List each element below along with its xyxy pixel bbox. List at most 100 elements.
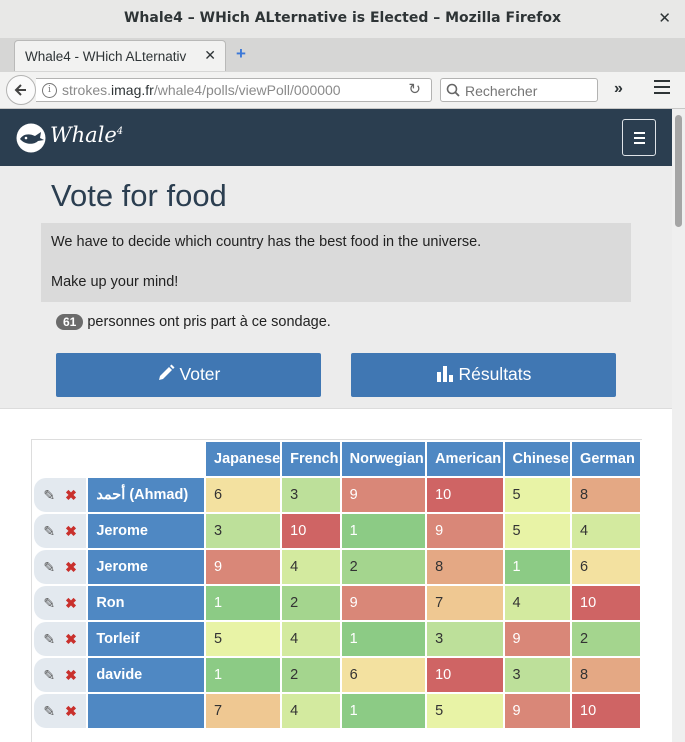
score-cell[interactable]: 5 — [504, 478, 571, 512]
voter-name: أحمد (Ahmad) — [88, 478, 205, 512]
tab-whale4[interactable]: Whale4 - WHich ALternativ ✕ — [14, 40, 226, 71]
edit-pencil-icon[interactable]: ✎ — [43, 487, 55, 503]
column-header: French — [282, 442, 340, 476]
score-cell[interactable]: 9 — [341, 478, 426, 512]
score-cell[interactable]: 7 — [206, 694, 281, 728]
score-cell[interactable]: 2 — [282, 658, 340, 692]
site-info-icon[interactable]: i — [42, 83, 57, 98]
score-cell[interactable]: 1 — [206, 586, 281, 620]
score-cell[interactable]: 6 — [341, 658, 426, 692]
delete-x-icon[interactable]: ✖ — [65, 631, 77, 647]
score-cell[interactable]: 4 — [572, 514, 640, 548]
tab-close-icon[interactable]: ✕ — [204, 47, 216, 64]
score-cell[interactable]: 3 — [504, 658, 571, 692]
edit-pencil-icon[interactable]: ✎ — [43, 595, 55, 611]
search-icon — [446, 83, 460, 97]
score-cell[interactable]: 9 — [504, 694, 571, 728]
participants-count: 61 personnes ont pris part à ce sondage. — [56, 314, 331, 330]
score-cell[interactable]: 10 — [427, 478, 503, 512]
column-header: Japanese — [206, 442, 281, 476]
score-cell[interactable]: 3 — [206, 514, 281, 548]
score-cell[interactable]: 8 — [572, 478, 640, 512]
score-cell[interactable]: 3 — [427, 622, 503, 656]
score-cell[interactable]: 9 — [427, 514, 503, 548]
score-cell[interactable]: 5 — [504, 514, 571, 548]
score-cell[interactable]: 10 — [572, 694, 640, 728]
voter-name: Torleif — [88, 622, 205, 656]
edit-pencil-icon[interactable]: ✎ — [43, 523, 55, 539]
score-cell[interactable]: 6 — [206, 478, 281, 512]
results-table-container[interactable]: Japanese French Norwegian American Chine… — [31, 439, 642, 742]
delete-x-icon[interactable]: ✖ — [65, 523, 77, 539]
edit-pencil-icon[interactable]: ✎ — [43, 631, 55, 647]
delete-x-icon[interactable]: ✖ — [65, 487, 77, 503]
column-header: German — [572, 442, 640, 476]
score-cell[interactable]: 1 — [341, 694, 426, 728]
reload-icon[interactable]: ↻ — [408, 80, 421, 98]
edit-pencil-icon[interactable]: ✎ — [43, 667, 55, 683]
score-cell[interactable]: 7 — [427, 586, 503, 620]
table-row: ✎ ✖ أحمد (Ahmad) 6 3 9 10 5 8 — [34, 478, 640, 512]
participants-badge: 61 — [56, 314, 84, 330]
score-cell[interactable]: 2 — [282, 586, 340, 620]
delete-x-icon[interactable]: ✖ — [65, 703, 77, 719]
voter-name: Ron — [88, 586, 205, 620]
vote-button[interactable]: Voter — [56, 353, 321, 397]
tab-label: Whale4 - WHich ALternativ — [25, 49, 187, 64]
score-cell[interactable]: 8 — [427, 550, 503, 584]
edit-pencil-icon[interactable]: ✎ — [43, 703, 55, 719]
score-cell[interactable]: 9 — [206, 550, 281, 584]
overflow-chevron-icon[interactable]: » — [614, 80, 623, 98]
results-button[interactable]: Résultats — [351, 353, 616, 397]
tab-strip: Whale4 - WHich ALternativ ✕ — [0, 38, 685, 73]
score-cell[interactable]: 10 — [572, 586, 640, 620]
score-cell[interactable]: 10 — [427, 658, 503, 692]
score-cell[interactable]: 4 — [282, 694, 340, 728]
score-cell[interactable]: 9 — [504, 622, 571, 656]
poll-header: Vote for food We have to decide which co… — [0, 166, 672, 409]
delete-x-icon[interactable]: ✖ — [65, 559, 77, 575]
score-cell[interactable]: 1 — [341, 622, 426, 656]
score-cell[interactable]: 5 — [427, 694, 503, 728]
description-line: We have to decide which country has the … — [51, 234, 482, 250]
column-header: Norwegian — [341, 442, 426, 476]
browser-menu-icon[interactable] — [654, 80, 670, 98]
score-cell[interactable]: 1 — [341, 514, 426, 548]
score-cell[interactable]: 9 — [341, 586, 426, 620]
search-input[interactable] — [463, 81, 597, 101]
scrollbar-thumb[interactable] — [675, 115, 682, 227]
score-cell[interactable]: 2 — [572, 622, 640, 656]
back-arrow-icon — [14, 84, 26, 96]
column-header: American — [427, 442, 503, 476]
app-logo-text[interactable]: Whale4 — [50, 123, 123, 147]
score-cell[interactable]: 4 — [282, 622, 340, 656]
delete-x-icon[interactable]: ✖ — [65, 595, 77, 611]
table-header-row: Japanese French Norwegian American Chine… — [34, 442, 640, 476]
score-cell[interactable]: 3 — [282, 478, 340, 512]
score-cell[interactable]: 1 — [504, 550, 571, 584]
window-close-icon[interactable]: ✕ — [658, 9, 671, 27]
table-row: ✎ ✖ Torleif 5 4 1 3 9 2 — [34, 622, 640, 656]
pencil-icon — [158, 364, 175, 380]
edit-pencil-icon[interactable]: ✎ — [43, 559, 55, 575]
score-cell[interactable]: 6 — [572, 550, 640, 584]
row-actions: ✎ ✖ — [34, 514, 87, 548]
url-bar[interactable]: i strokes.imag.fr/whale4/polls/viewPoll/… — [36, 78, 432, 102]
score-cell[interactable]: 2 — [341, 550, 426, 584]
new-tab-icon[interactable]: + — [236, 44, 246, 64]
whale-logo-icon[interactable] — [16, 123, 48, 153]
score-cell[interactable]: 4 — [504, 586, 571, 620]
score-cell[interactable]: 8 — [572, 658, 640, 692]
search-box[interactable] — [440, 78, 598, 102]
score-cell[interactable]: 4 — [282, 550, 340, 584]
row-actions: ✎ ✖ — [34, 694, 87, 728]
score-cell[interactable]: 10 — [282, 514, 340, 548]
votes-table: Japanese French Norwegian American Chine… — [32, 440, 642, 730]
score-cell[interactable]: 1 — [206, 658, 281, 692]
app-menu-toggle[interactable] — [622, 119, 656, 156]
delete-x-icon[interactable]: ✖ — [65, 667, 77, 683]
table-row: ✎ ✖ davide 1 2 6 10 3 8 — [34, 658, 640, 692]
score-cell[interactable]: 5 — [206, 622, 281, 656]
back-button[interactable] — [6, 75, 36, 105]
participants-text: personnes ont pris part à ce sondage. — [87, 314, 331, 330]
